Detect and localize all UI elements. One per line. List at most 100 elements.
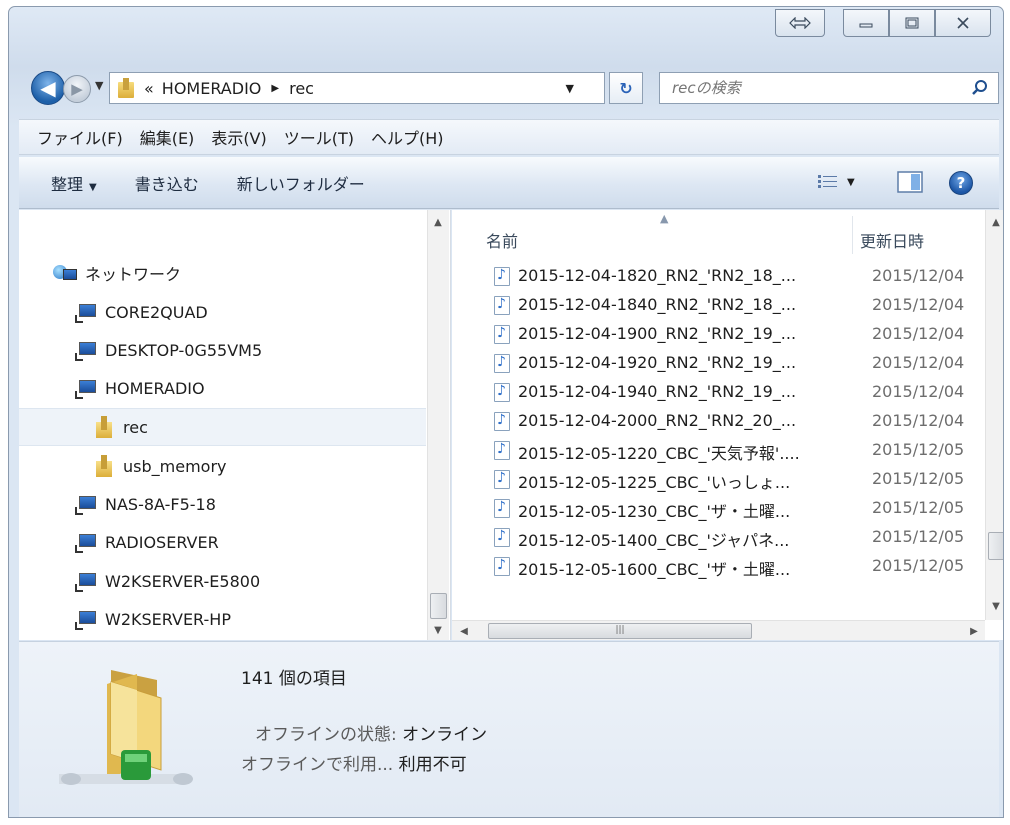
file-date: 2015/12/04 — [872, 266, 965, 285]
scroll-left-icon[interactable]: ◀ — [454, 621, 474, 641]
search-icon[interactable] — [970, 78, 990, 98]
tree-item-w2kserver-e5800[interactable]: W2KSERVER-E5800 — [19, 562, 426, 600]
tree-item-radioserver[interactable]: RADIOSERVER — [19, 523, 426, 561]
file-date: 2015/12/05 — [872, 440, 965, 459]
tree-item-core2quad[interactable]: CORE2QUAD — [19, 293, 426, 331]
tree-item-label: RADIOSERVER — [105, 532, 219, 552]
file-date: 2015/12/04 — [872, 382, 965, 401]
file-name: 2015-12-04-1840_RN2_'RN2_18_... — [518, 295, 797, 314]
audio-file-icon — [494, 557, 510, 576]
breadcrumb-homeradio[interactable]: HOMERADIO — [162, 79, 262, 98]
file-row[interactable]: 2015-12-04-1920_RN2_'RN2_19_... 2015/12/0… — [452, 349, 985, 378]
network-folder-icon — [59, 670, 193, 785]
tree-item-label: usb_memory — [123, 456, 227, 476]
explorer-window: ◀ ▶ ▼ « HOMERADIO ▶ rec ▼ ↻ ファイル(F) 編集(E… — [8, 6, 1004, 818]
file-name: 2015-12-05-1230_CBC_'ザ・土曜... — [518, 502, 791, 521]
computer-icon — [75, 533, 96, 553]
search-box — [659, 72, 999, 104]
scroll-up-icon[interactable]: ▲ — [986, 212, 1003, 232]
scroll-thumb[interactable]: ||| — [488, 623, 752, 639]
column-header-date[interactable]: 更新日時 — [860, 228, 924, 252]
menu-tools[interactable]: ツール(T) — [284, 125, 354, 149]
refresh-icon[interactable]: ↻ — [609, 72, 643, 104]
navigation-row: ◀ ▶ ▼ « HOMERADIO ▶ rec ▼ ↻ — [17, 69, 999, 109]
menu-file[interactable]: ファイル(F) — [37, 125, 123, 149]
scroll-thumb[interactable] — [430, 593, 447, 619]
file-row[interactable]: 2015-12-05-1400_CBC_'ジャパネ... 2015/12/05 — [452, 523, 985, 552]
tree-item-label: HOMERADIO — [105, 378, 205, 398]
tree-item-label: NAS-8A-F5-18 — [105, 494, 216, 514]
snap-arrows-icon[interactable] — [775, 9, 825, 37]
tree-item-label: CORE2QUAD — [105, 302, 208, 322]
file-row[interactable]: 2015-12-04-2000_RN2_'RN2_20_... 2015/12/0… — [452, 407, 985, 436]
help-icon[interactable]: ? — [949, 171, 973, 195]
close-icon[interactable] — [935, 9, 991, 37]
menu-help[interactable]: ヘルプ(H) — [371, 125, 444, 149]
file-row[interactable]: 2015-12-04-1900_RN2_'RN2_19_... 2015/12/0… — [452, 320, 985, 349]
tree-item-homeradio[interactable]: HOMERADIO — [19, 369, 426, 407]
tree-item-desktop-0g55vm5[interactable]: DESKTOP-0G55VM5 — [19, 331, 426, 369]
column-divider[interactable] — [852, 216, 853, 254]
file-row[interactable]: 2015-12-05-1225_CBC_'いっしょ... 2015/12/05 — [452, 465, 985, 494]
file-date: 2015/12/05 — [872, 556, 965, 575]
audio-file-icon — [494, 412, 510, 431]
view-options-icon[interactable] — [817, 173, 839, 191]
menu-edit[interactable]: 編集(E) — [140, 125, 195, 149]
minimize-icon[interactable] — [843, 9, 889, 37]
command-bar: 整理 ▼ 書き込む 新しいフォルダー ▼ ? — [19, 157, 999, 209]
audio-file-icon — [494, 267, 510, 286]
tree-item-nas[interactable]: NAS-8A-F5-18 — [19, 485, 426, 523]
offline-availability: オフラインで利用... 利用不可 — [241, 750, 467, 775]
burn-button[interactable]: 書き込む — [135, 171, 199, 195]
forward-arrow-icon[interactable]: ▶ — [63, 75, 91, 103]
tree-item-label: rec — [123, 417, 148, 437]
breadcrumb-overflow[interactable]: « — [144, 79, 154, 98]
new-folder-button[interactable]: 新しいフォルダー — [237, 171, 365, 195]
scroll-down-icon[interactable]: ▼ — [986, 596, 1003, 616]
file-list-vertical-scrollbar[interactable]: ▲ ▼ — [985, 210, 1003, 620]
view-dropdown-icon[interactable]: ▼ — [847, 177, 855, 188]
window-controls — [843, 9, 991, 37]
breadcrumb-rec[interactable]: rec — [289, 79, 314, 98]
column-header-name[interactable]: 名前 — [486, 228, 518, 252]
file-row[interactable]: 2015-12-04-1840_RN2_'RN2_18_... 2015/12/0… — [452, 291, 985, 320]
file-row[interactable]: 2015-12-05-1230_CBC_'ザ・土曜... 2015/12/05 — [452, 494, 985, 523]
audio-file-icon — [494, 470, 510, 489]
menu-view[interactable]: 表示(V) — [211, 125, 266, 149]
audio-file-icon — [494, 528, 510, 547]
address-dropdown-icon[interactable]: ▼ — [566, 82, 574, 95]
breadcrumb-separator-icon[interactable]: ▶ — [271, 83, 279, 94]
file-date: 2015/12/05 — [872, 469, 965, 488]
tree-item-network[interactable]: ネットワーク — [19, 254, 426, 292]
file-name: 2015-12-04-1900_RN2_'RN2_19_... — [518, 324, 797, 343]
computer-icon — [75, 610, 96, 630]
computer-icon — [75, 495, 96, 515]
scroll-thumb[interactable] — [988, 532, 1003, 560]
address-bar[interactable]: « HOMERADIO ▶ rec ▼ — [109, 72, 605, 104]
file-row[interactable]: 2015-12-05-1600_CBC_'ザ・土曜... 2015/12/05 — [452, 552, 985, 581]
file-date: 2015/12/05 — [872, 527, 965, 546]
offline-status-label: オフラインの状態: — [255, 725, 397, 745]
preview-pane-icon[interactable] — [897, 171, 923, 193]
organize-button[interactable]: 整理 ▼ — [51, 171, 97, 195]
offline-availability-value: 利用不可 — [398, 755, 467, 775]
file-list-horizontal-scrollbar[interactable]: ◀ ||| ▶ — [452, 620, 985, 640]
file-row[interactable]: 2015-12-04-1940_RN2_'RN2_19_... 2015/12/0… — [452, 378, 985, 407]
file-row[interactable]: 2015-12-04-1820_RN2_'RN2_18_... 2015/12/0… — [452, 262, 985, 291]
scroll-up-icon[interactable]: ▲ — [428, 212, 448, 232]
maximize-icon[interactable] — [889, 9, 935, 37]
file-date: 2015/12/04 — [872, 353, 965, 372]
tree-item-usb-memory[interactable]: usb_memory — [19, 447, 426, 485]
file-row[interactable]: 2015-12-05-1220_CBC_'天気予報'.... 2015/12/05 — [452, 436, 985, 465]
recent-pages-dropdown-icon[interactable]: ▼ — [95, 79, 103, 92]
file-name: 2015-12-05-1225_CBC_'いっしょ... — [518, 473, 791, 492]
scroll-down-icon[interactable]: ▼ — [428, 620, 448, 640]
search-input[interactable] — [672, 79, 952, 97]
file-date: 2015/12/04 — [872, 324, 965, 343]
computer-icon — [75, 303, 96, 323]
tree-item-rec[interactable]: rec — [19, 408, 426, 446]
nav-pane-scrollbar[interactable]: ▲ ▼ — [427, 210, 449, 640]
tree-item-w2kserver-hp[interactable]: W2KSERVER-HP — [19, 600, 426, 638]
back-arrow-icon[interactable]: ◀ — [31, 71, 65, 105]
scroll-right-icon[interactable]: ▶ — [964, 621, 984, 641]
